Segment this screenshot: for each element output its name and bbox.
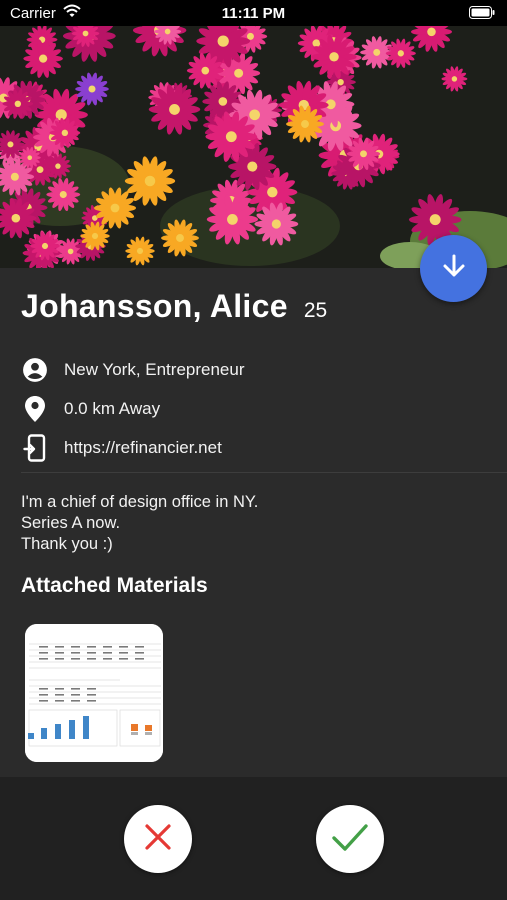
status-time: 11:11 PM — [221, 5, 286, 22]
location-pin-icon — [21, 395, 49, 423]
download-button[interactable] — [420, 235, 487, 302]
reject-button[interactable] — [124, 805, 192, 873]
document-preview-image — [25, 624, 163, 762]
bio-line: Series A now. — [21, 514, 121, 532]
profile-bio: I'm a chief of design office in NY. Seri… — [21, 492, 481, 555]
action-bar — [0, 777, 507, 900]
distance-text: 0.0 km Away — [64, 399, 161, 418]
website-link[interactable]: https://refinancier.net — [64, 438, 222, 458]
attachment-thumbnail[interactable] — [25, 624, 163, 762]
close-icon — [142, 821, 174, 858]
phone-link-icon — [21, 434, 49, 462]
website-row[interactable]: https://refinancier.net — [21, 433, 222, 463]
checkmark-icon — [331, 821, 369, 858]
bio-line: Thank you :) — [21, 535, 113, 553]
divider — [21, 472, 507, 473]
distance-row: 0.0 km Away — [21, 394, 160, 424]
bio-line: I'm a chief of design office in NY. — [21, 493, 259, 511]
profile-cover-photo — [0, 26, 507, 268]
name-row: Johansson, Alice 25 — [21, 288, 327, 328]
profile-name: Johansson, Alice — [21, 288, 288, 324]
profile-age: 25 — [303, 299, 328, 322]
accept-button[interactable] — [316, 805, 384, 873]
location-job-row: New York, Entrepreneur — [21, 355, 245, 385]
arrow-down-icon — [440, 252, 468, 285]
status-bar: Carrier 11:11 PM — [0, 0, 507, 26]
location-job-text: New York, Entrepreneur — [64, 360, 245, 379]
account-circle-icon — [21, 356, 49, 384]
attached-materials-title: Attached Materials — [21, 574, 208, 597]
battery-icon — [469, 6, 495, 23]
